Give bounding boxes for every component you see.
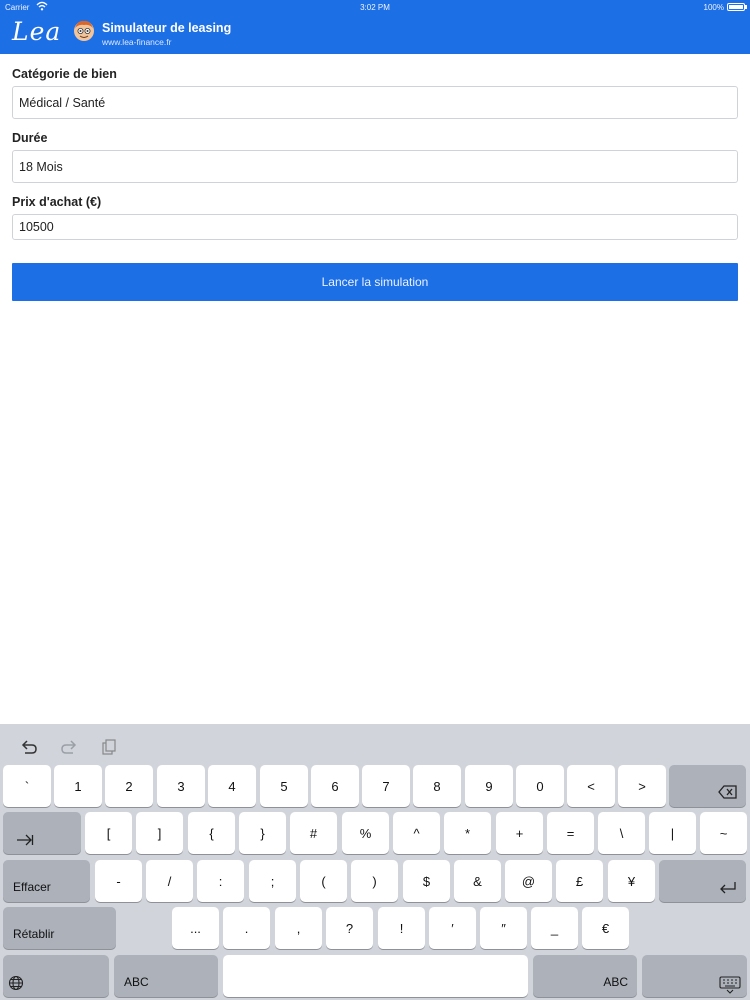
undo-icon[interactable] [18,738,40,756]
key-row2-10[interactable]: = [547,812,594,854]
globe-icon [8,975,24,991]
key-row2-1[interactable]: [ [85,812,132,854]
lea-logo: Lea [12,17,62,46]
space-key[interactable] [223,955,528,997]
key-row2-3[interactable]: { [188,812,235,854]
category-value: Médical / Santé [19,95,106,110]
mascot-avatar-icon [73,19,95,43]
key-row2-12[interactable]: | [649,812,696,854]
tab-icon [16,834,34,846]
price-label: Prix d'achat (€) [12,195,102,209]
launch-simulation-button[interactable]: Lancer la simulation [12,263,738,301]
key-row2-13[interactable]: ~ [700,812,747,854]
key-row1-9[interactable]: 8 [413,765,461,807]
key-row4-1[interactable]: ... [172,907,219,949]
key-row3-7[interactable]: $ [403,860,450,902]
key-row3-4[interactable]: ; [249,860,296,902]
status-time: 3:02 PM [360,3,390,12]
key-row4-8[interactable]: _ [531,907,578,949]
redo-icon[interactable] [58,738,80,756]
key-row4-3[interactable]: , [275,907,322,949]
key-row3-6[interactable]: ) [351,860,398,902]
key-row1-12[interactable]: < [567,765,615,807]
duration-value: 18 Mois [19,159,63,174]
key-row1-5[interactable]: 4 [208,765,256,807]
return-key[interactable] [659,860,746,902]
keyboard-dismiss-icon [718,976,741,994]
key-row2-5[interactable]: # [290,812,337,854]
category-select[interactable]: Médical / Santé [12,86,738,119]
key-row3-3[interactable]: : [197,860,244,902]
abc-key-left[interactable]: ABC [114,955,218,997]
tab-key[interactable] [3,812,81,854]
key-row3-5[interactable]: ( [300,860,347,902]
app-header: Carrier 3:02 PM 100% Lea Simulateur de l… [0,0,750,54]
globe-key[interactable] [3,955,109,997]
clear-key[interactable]: Effacer [3,860,90,902]
backspace-key[interactable] [669,765,746,807]
key-row1-11[interactable]: 0 [516,765,564,807]
key-row2-11[interactable]: \ [598,812,645,854]
key-row4-9[interactable]: € [582,907,629,949]
duration-select[interactable]: 18 Mois [12,150,738,183]
app-title: Simulateur de leasing [102,21,232,35]
status-bar: Carrier 3:02 PM 100% [0,0,750,14]
key-row1-4[interactable]: 3 [157,765,205,807]
key-row1-10[interactable]: 9 [465,765,513,807]
key-row3-10[interactable]: £ [556,860,603,902]
restore-key[interactable]: Rétablir [3,907,116,949]
category-label: Catégorie de bien [12,67,117,81]
app-screen: Carrier 3:02 PM 100% Lea Simulateur de l… [0,0,750,1000]
key-row3-9[interactable]: @ [505,860,552,902]
key-row1-8[interactable]: 7 [362,765,410,807]
abc-key-right[interactable]: ABC [533,955,637,997]
app-url: www.lea-finance.fr [102,37,172,47]
battery-icon [727,3,745,11]
key-row3-1[interactable]: - [95,860,142,902]
key-row1-1[interactable]: ` [3,765,51,807]
price-value: 10500 [19,220,54,234]
key-row3-11[interactable]: ¥ [608,860,655,902]
key-row2-4[interactable]: } [239,812,286,854]
key-row2-6[interactable]: % [342,812,389,854]
key-row4-4[interactable]: ? [326,907,373,949]
price-input[interactable]: 10500 [12,214,738,240]
paste-icon[interactable] [98,738,120,756]
key-row2-9[interactable]: + [496,812,543,854]
key-row1-13[interactable]: > [618,765,666,807]
key-row2-7[interactable]: ^ [393,812,440,854]
key-row3-2[interactable]: / [146,860,193,902]
key-row3-8[interactable]: & [454,860,501,902]
backspace-icon [717,785,738,799]
key-row4-6[interactable]: ′ [429,907,476,949]
return-icon [719,881,737,895]
key-row1-3[interactable]: 2 [105,765,153,807]
key-row1-7[interactable]: 6 [311,765,359,807]
key-row4-5[interactable]: ! [378,907,425,949]
battery-percent: 100% [703,3,724,12]
key-row1-6[interactable]: 5 [260,765,308,807]
battery-tip [745,5,747,9]
key-row4-7[interactable]: ″ [480,907,527,949]
key-row2-8[interactable]: * [444,812,491,854]
key-row4-2[interactable]: . [223,907,270,949]
key-row1-2[interactable]: 1 [54,765,102,807]
duration-label: Durée [12,131,48,145]
keyboard-dismiss-key[interactable] [642,955,747,997]
key-row2-2[interactable]: ] [136,812,183,854]
